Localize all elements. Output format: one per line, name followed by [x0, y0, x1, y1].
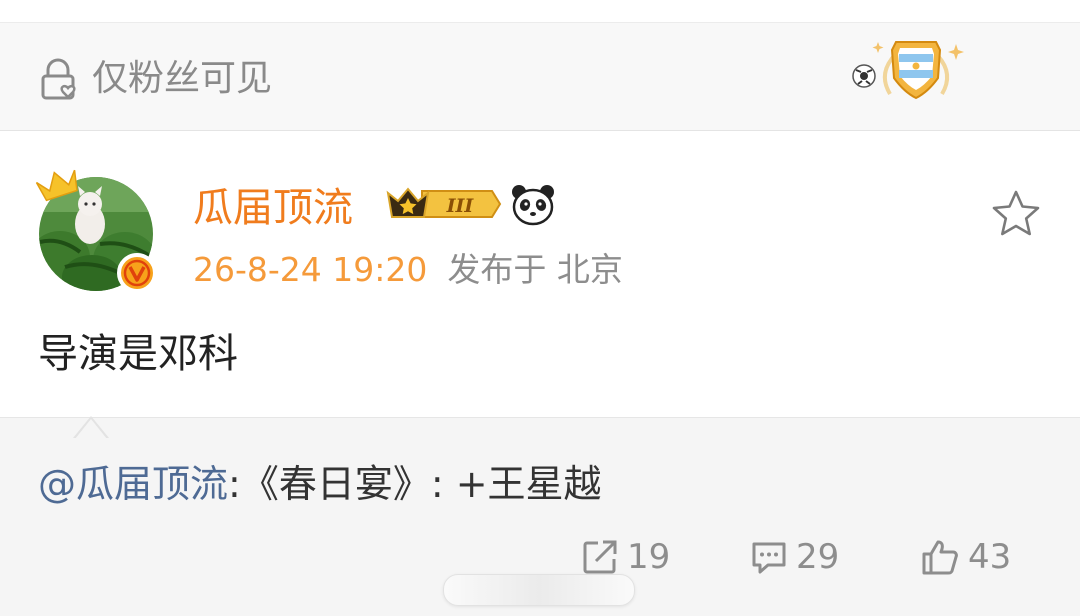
share-button[interactable]: 19	[581, 535, 670, 579]
post-meta: 26-8-24 19:20 发布于 北京	[193, 248, 623, 292]
post-location: 发布于 北京	[447, 250, 623, 289]
lock-heart-icon	[41, 58, 76, 100]
panda-icon	[512, 185, 554, 226]
author-name[interactable]: 瓜届顶流	[193, 183, 353, 233]
visibility-label: 仅粉丝可见	[92, 58, 273, 99]
post-time: 26-8-24 19:20	[193, 250, 428, 289]
share-icon	[583, 540, 617, 574]
repost-body: :《春日宴》: +王星越	[228, 462, 602, 506]
repost-pointer-fill	[75, 419, 107, 439]
vip-level-text: III	[446, 195, 475, 217]
favorite-star-icon[interactable]	[990, 189, 1042, 239]
vip-level-badge: III	[386, 187, 502, 218]
comment-button[interactable]: 29	[750, 535, 839, 579]
comment-icon	[752, 542, 786, 574]
scroll-handle[interactable]	[443, 574, 635, 606]
avatar[interactable]	[30, 152, 160, 297]
like-button[interactable]: 43	[920, 535, 1011, 579]
top-strip	[0, 0, 1080, 23]
repost-mention-link[interactable]: @瓜届顶流	[38, 462, 228, 506]
comment-count: 29	[796, 537, 840, 577]
post-content: 导演是邓科	[38, 331, 238, 377]
repost-text: @瓜届顶流:《春日宴》: +王星越	[38, 460, 602, 508]
argentina-fan-medal-icon	[852, 41, 964, 100]
share-count: 19	[627, 537, 671, 577]
thumbs-up-icon	[922, 540, 958, 575]
like-count: 43	[968, 537, 1012, 577]
